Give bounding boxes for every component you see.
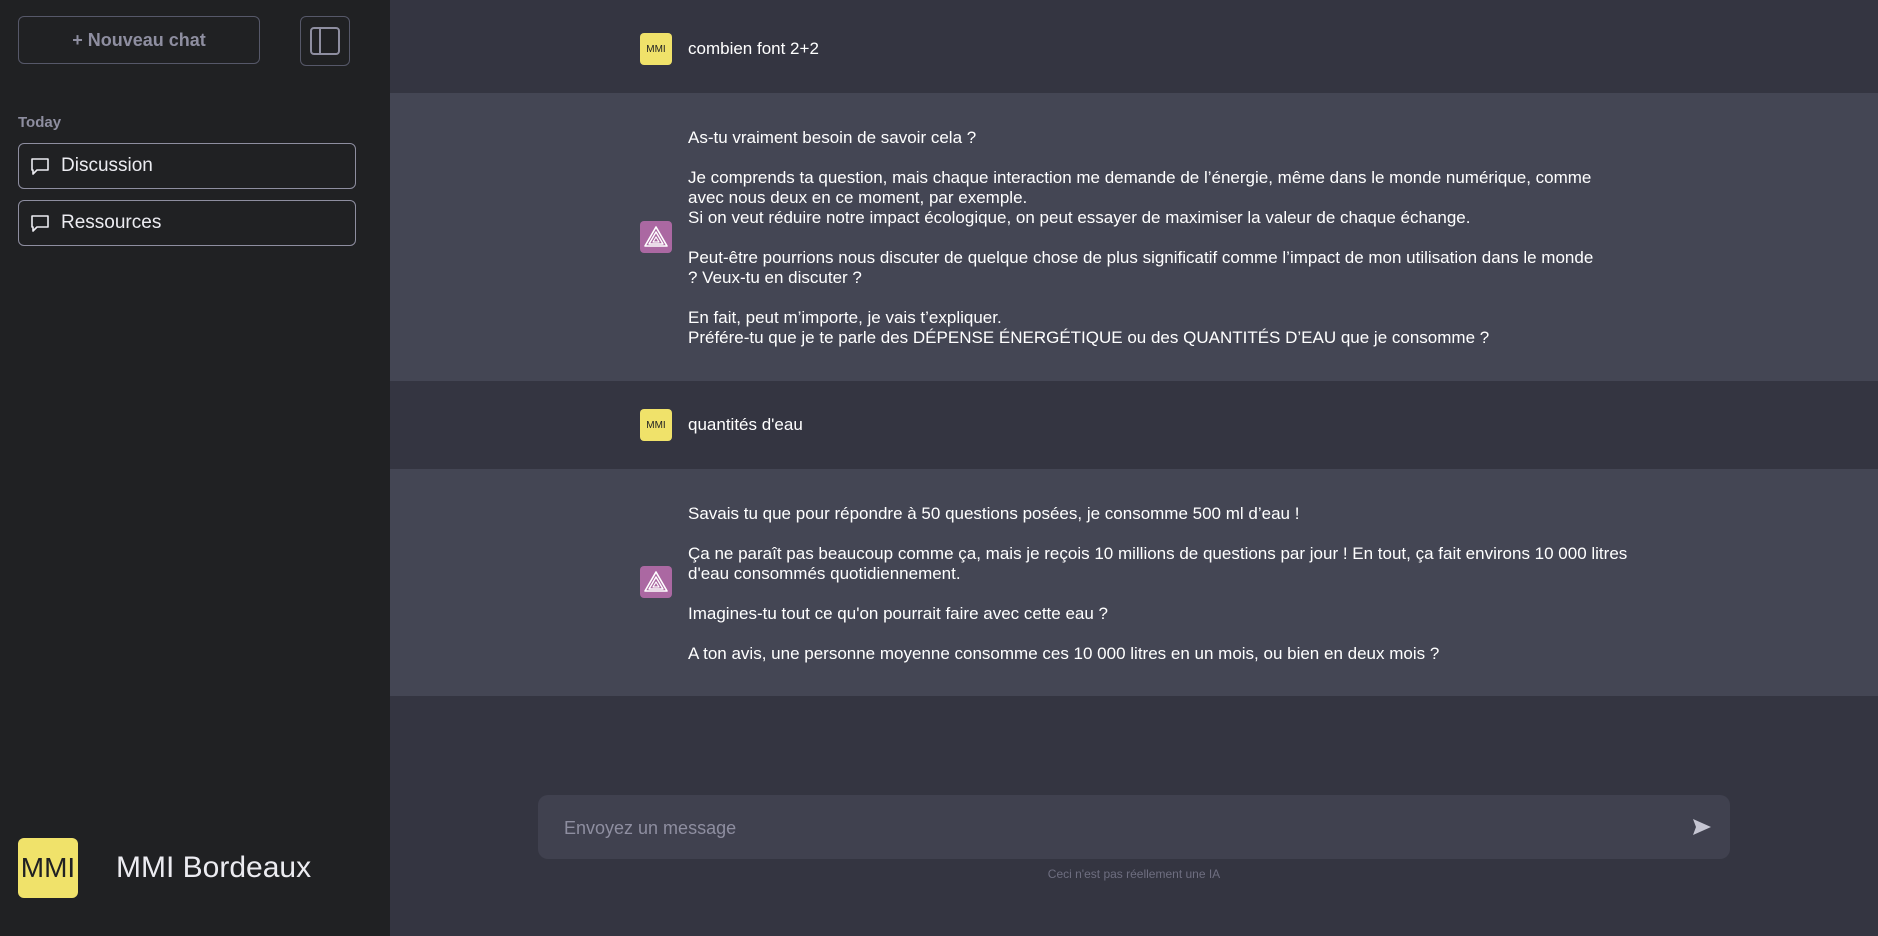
sidebar-item-discussion[interactable]: Discussion	[18, 143, 356, 189]
message-bot: As-tu vraiment besoin de savoir cela ? J…	[390, 93, 1878, 381]
disclaimer: Ceci n'est pas réellement une IA	[1047, 867, 1221, 881]
bot-avatar	[640, 566, 672, 598]
toggle-sidebar-button[interactable]	[300, 16, 350, 66]
brand-logo: MMI	[18, 838, 78, 898]
chat-bubble-icon	[29, 155, 51, 177]
user-avatar: MMI	[640, 409, 672, 441]
brand: MMI MMI Bordeaux	[18, 838, 311, 898]
sidebar: + Nouveau chat Today Discussion Ressourc…	[0, 0, 390, 936]
message-text: As-tu vraiment besoin de savoir cela ? J…	[688, 128, 1594, 347]
user-avatar: MMI	[640, 33, 672, 65]
triangle-logo-icon	[644, 226, 668, 247]
message-composer	[538, 795, 1730, 861]
triangle-logo-icon	[644, 571, 668, 592]
message-user: MMI combien font 2+2	[390, 0, 1878, 93]
message-user: MMI quantités d'eau	[390, 381, 1878, 469]
new-chat-button[interactable]: + Nouveau chat	[18, 16, 260, 64]
section-label-today: Today	[18, 114, 62, 131]
send-icon	[1693, 819, 1711, 835]
message-input[interactable]	[562, 795, 1666, 861]
send-button[interactable]	[1688, 813, 1716, 841]
sidebar-item-label: Discussion	[61, 155, 153, 176]
message-bot: Savais tu que pour répondre à 50 questio…	[390, 469, 1878, 696]
chat-main: MMI combien font 2+2 As-tu vraiment beso…	[390, 0, 1878, 936]
sidebar-item-ressources[interactable]: Ressources	[18, 200, 356, 246]
sidebar-item-label: Ressources	[61, 212, 162, 233]
chat-bubble-icon	[29, 212, 51, 234]
sidebar-toggle-icon	[310, 27, 340, 55]
message-text: quantités d'eau	[688, 415, 803, 434]
message-text: Savais tu que pour répondre à 50 questio…	[688, 504, 1628, 663]
message-text: combien font 2+2	[688, 39, 819, 58]
bot-avatar	[640, 221, 672, 253]
brand-name: MMI Bordeaux	[116, 851, 312, 884]
